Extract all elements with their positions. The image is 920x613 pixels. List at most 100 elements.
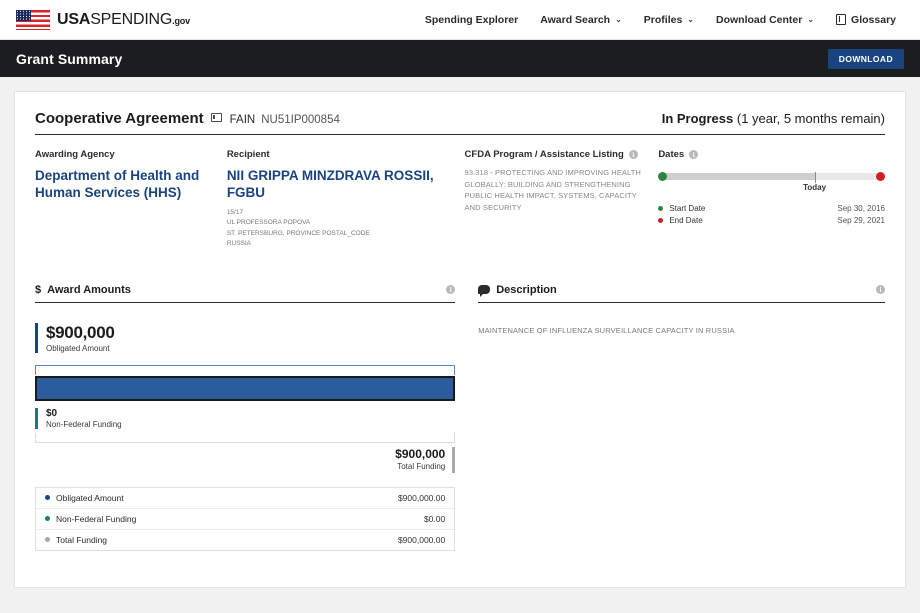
award-amounts-visualization: $900,000 Obligated Amount $0 Non-Federal… <box>35 303 456 551</box>
total-funding-block: $900,000 Total Funding <box>35 446 456 473</box>
info-icon[interactable]: i <box>446 285 456 295</box>
description-header: Description i <box>478 284 885 303</box>
site-logo[interactable]: USASPENDING.gov <box>16 9 190 30</box>
total-bracket <box>35 432 456 443</box>
fain-value: NU51IP000854 <box>261 114 340 126</box>
page-title: Grant Summary <box>16 50 123 67</box>
obligated-amount-label: Obligated Amount <box>46 343 110 353</box>
nav-label: Spending Explorer <box>424 13 519 26</box>
obligated-amount-bar[interactable] <box>35 375 456 401</box>
total-funding-text: $900,000 Total Funding <box>395 447 445 471</box>
legend-label: Non-Federal Funding <box>56 513 137 524</box>
page-banner: Grant Summary DOWNLOAD <box>0 40 920 77</box>
award-amounts-header: $ Award Amounts i <box>35 283 456 303</box>
chevron-down-icon: ⌄ <box>687 14 694 24</box>
nav-item-award-search[interactable]: Award Search ⌄ <box>540 14 622 26</box>
timeline-track <box>664 173 879 180</box>
awarding-agency-link[interactable]: Department of Health and Human Services … <box>35 167 213 202</box>
dollar-icon: $ <box>35 283 42 296</box>
detail-panels: $ Award Amounts i $900,000 Obligated Amo… <box>35 284 885 551</box>
obligated-amount-block: $900,000 Obligated Amount <box>35 322 455 353</box>
award-header: Cooperative Agreement FAIN NU51IP000854 … <box>35 110 885 135</box>
address-line: UL PROFESSORA POPOVA <box>226 219 311 227</box>
timeline-elapsed-fill <box>664 173 815 180</box>
download-button[interactable]: DOWNLOAD <box>827 48 904 69</box>
description-text: MAINTENANCE OF INFLUENZA SURVEILLANCE CA… <box>478 325 735 335</box>
description-panel: Description i MAINTENANCE OF INFLUENZA S… <box>478 284 885 551</box>
cfda-program-text: 93.318 - PROTECTING AND IMPROVING HEALTH… <box>464 168 641 212</box>
info-icon[interactable]: i <box>628 150 638 159</box>
timeline-today-label: Today <box>803 183 827 192</box>
dates-list: Start Date Sep 30, 2016 End Date Sep 29,… <box>658 204 885 225</box>
non-federal-amount-value: $0 <box>46 407 58 419</box>
award-summary-card: Cooperative Agreement FAIN NU51IP000854 … <box>14 91 906 588</box>
dates-timeline: Today <box>658 170 885 192</box>
legend-dot-icon <box>45 516 50 522</box>
brand-wordmark: USASPENDING.gov <box>57 11 190 29</box>
non-federal-amount-label: Non-Federal Funding <box>46 419 122 429</box>
info-icon[interactable]: i <box>876 285 885 295</box>
timeline-today-marker <box>814 172 816 183</box>
page-body: Cooperative Agreement FAIN NU51IP000854 … <box>0 77 920 613</box>
legend-dot-icon <box>45 537 50 543</box>
brand-gov: .gov <box>172 15 190 26</box>
award-amounts-title: Award Amounts <box>47 283 131 296</box>
chevron-down-icon: ⌄ <box>807 14 815 24</box>
end-date-label: End Date <box>669 216 703 225</box>
recipient-link[interactable]: NII GRIPPA MINZDRAVA ROSSII, FGBU <box>227 167 451 202</box>
awarding-agency-column: Awarding Agency Department of Health and… <box>35 149 227 250</box>
federal-bracket <box>35 364 456 375</box>
recipient-address: 15/17 UL PROFESSORA POPOVA ST. PETERSBUR… <box>227 208 451 250</box>
info-icon[interactable]: i <box>689 150 699 159</box>
legend-value: $900,000.00 <box>397 534 446 545</box>
table-row[interactable]: Total Funding $900,000.00 <box>36 530 454 550</box>
speech-bubble-icon <box>478 285 491 298</box>
status-detail: (1 year, 5 months remain) <box>736 111 885 126</box>
end-date-value: Sep 29, 2021 <box>837 216 885 225</box>
primary-nav-links: Spending Explorer Award Search ⌄ Profile… <box>425 14 904 26</box>
awarding-agency-label: Awarding Agency <box>35 149 115 160</box>
recipient-column: Recipient NII GRIPPA MINZDRAVA ROSSII, F… <box>227 149 465 250</box>
us-flag-icon <box>16 9 50 30</box>
legend-value: $0.00 <box>423 513 446 524</box>
timeline-start-dot <box>658 171 668 181</box>
nav-label: Download Center <box>716 13 803 26</box>
recipient-label: Recipient <box>226 149 270 160</box>
brand-spending: SPENDING <box>90 10 173 28</box>
date-row-end: End Date Sep 29, 2021 <box>658 216 885 225</box>
total-funding-bar <box>452 446 456 473</box>
nav-item-spending-explorer[interactable]: Spending Explorer <box>425 14 518 26</box>
award-type: Cooperative Agreement <box>35 110 204 127</box>
total-funding-label: Total Funding <box>397 461 446 471</box>
award-document-icon <box>210 113 222 122</box>
legend-value: $900,000.00 <box>397 492 446 503</box>
address-line: 15/17 <box>226 208 244 216</box>
nav-label: Glossary <box>851 13 896 26</box>
chevron-down-icon: ⌄ <box>615 14 622 24</box>
legend-label: Obligated Amount <box>56 492 124 503</box>
book-icon <box>836 14 847 25</box>
total-funding-value: $900,000 <box>395 446 446 461</box>
nav-item-profiles[interactable]: Profiles ⌄ <box>644 14 694 26</box>
non-federal-funding-block: $0 Non-Federal Funding <box>35 407 455 429</box>
nav-item-glossary[interactable]: Glossary <box>836 14 896 26</box>
obligated-amount-value: $900,000 <box>46 322 115 342</box>
nav-label: Profiles <box>643 13 683 26</box>
description-title: Description <box>496 283 557 296</box>
end-date-dot-icon <box>658 218 664 223</box>
start-date-dot-icon <box>658 206 664 211</box>
overview-columns: Awarding Agency Department of Health and… <box>35 149 885 250</box>
date-row-start: Start Date Sep 30, 2016 <box>658 204 885 213</box>
dates-column: Dates i Today Start Date Sep 30, 2016 En… <box>658 149 885 250</box>
cfda-column: CFDA Program / Assistance Listing i 93.3… <box>465 149 659 250</box>
table-row[interactable]: Non-Federal Funding $0.00 <box>36 509 455 530</box>
address-line: ST. PETERSBURG, PROVINCE POSTAL_CODE <box>226 229 370 237</box>
cfda-label: CFDA Program / Assistance Listing i <box>465 149 645 160</box>
award-amounts-legend-table: Obligated Amount $900,000.00 Non-Federal… <box>35 486 456 551</box>
top-navigation-bar: USASPENDING.gov Spending Explorer Award … <box>0 0 920 40</box>
address-line: RUSSIA <box>226 240 252 248</box>
nav-item-download-center[interactable]: Download Center ⌄ <box>716 14 814 26</box>
table-row[interactable]: Obligated Amount $900,000.00 <box>36 488 455 509</box>
status-badge: In Progress <box>661 111 734 126</box>
dates-label-text: Dates <box>658 149 685 160</box>
